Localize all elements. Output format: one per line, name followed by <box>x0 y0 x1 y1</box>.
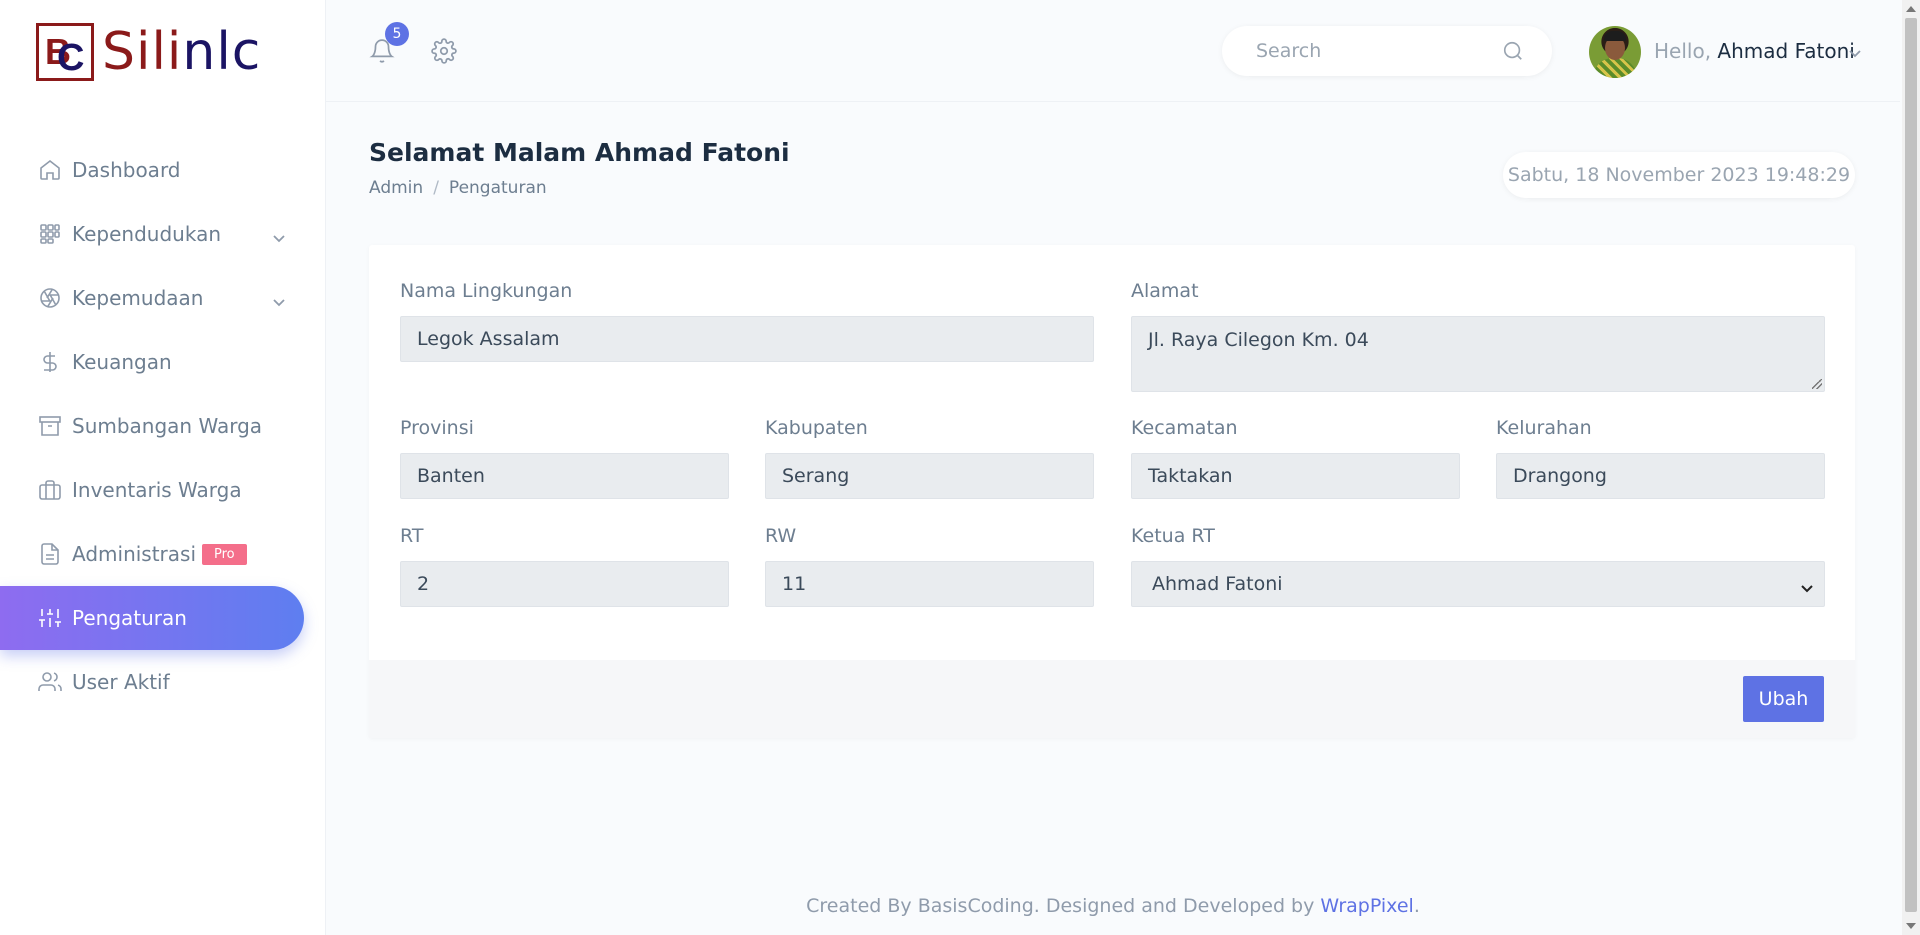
ketua-rt-select[interactable]: Ahmad Fatoni <box>1131 561 1825 607</box>
sidebar-item-keuangan[interactable]: Keuangan <box>0 330 326 394</box>
page-footer: Created By BasisCoding. Designed and Dev… <box>326 895 1900 917</box>
nama-lingkungan-label: Nama Lingkungan <box>400 280 573 302</box>
ubah-button[interactable]: Ubah <box>1743 676 1824 722</box>
archive-icon <box>38 414 62 438</box>
search-icon[interactable] <box>1502 40 1524 62</box>
chevron-down-icon <box>1800 578 1814 593</box>
sidebar-item-label: Kepemudaan <box>72 286 204 310</box>
user-name: Ahmad Fatoni <box>1717 39 1855 63</box>
sliders-icon <box>38 606 62 630</box>
logo-mark: BC <box>36 23 94 81</box>
rw-field[interactable]: 11 <box>765 561 1094 607</box>
alamat-value: Jl. Raya Cilegon Km. 04 <box>1148 329 1369 351</box>
gear-icon[interactable] <box>431 38 457 64</box>
sidebar-item-label: Sumbangan Warga <box>72 414 263 438</box>
kabupaten-field[interactable]: Serang <box>765 453 1094 499</box>
scroll-thumb[interactable] <box>1905 18 1917 912</box>
provinsi-field[interactable]: Banten <box>400 453 729 499</box>
sidebar-item-user-aktif[interactable]: User Aktif <box>0 650 326 714</box>
breadcrumb-admin[interactable]: Admin <box>369 178 423 198</box>
chevron-down-icon <box>272 290 286 307</box>
sidebar-item-label: Kependudukan <box>72 222 222 246</box>
scroll-up-arrow[interactable] <box>1906 6 1916 12</box>
sidebar-item-sumbangan-warga[interactable]: Sumbangan Warga <box>0 394 326 458</box>
greeting-text: Hello, <box>1654 39 1712 63</box>
aperture-icon <box>38 286 62 310</box>
sidebar-item-label: Keuangan <box>72 350 172 374</box>
sidebar-item-dashboard[interactable]: Dashboard <box>0 138 326 202</box>
file-icon <box>38 542 62 566</box>
home-icon <box>38 158 62 182</box>
footer-text: Created By BasisCoding. Designed and Dev… <box>806 895 1315 917</box>
pro-badge: Pro <box>202 543 247 565</box>
ketua-rt-label: Ketua RT <box>1131 525 1215 547</box>
search-input[interactable]: Search <box>1222 26 1552 76</box>
breadcrumb: Admin / Pengaturan <box>369 178 547 198</box>
users-icon <box>38 670 62 694</box>
dollar-icon <box>38 350 62 374</box>
footer-period: . <box>1413 895 1420 917</box>
alamat-label: Alamat <box>1131 280 1199 302</box>
sidebar-item-label: Pengaturan <box>72 606 187 630</box>
sidebar-item-kepemudaan[interactable]: Kepemudaan <box>0 266 326 330</box>
chevron-down-icon[interactable] <box>1848 45 1862 59</box>
logo-text: Silinlc <box>102 22 262 82</box>
kecamatan-label: Kecamatan <box>1131 417 1238 439</box>
resize-handle[interactable] <box>1812 379 1822 389</box>
user-greeting[interactable]: Hello, Ahmad Fatoni <box>1654 39 1855 63</box>
scroll-down-arrow[interactable] <box>1906 923 1916 929</box>
kelurahan-label: Kelurahan <box>1496 417 1592 439</box>
rw-label: RW <box>765 525 797 547</box>
settings-card: Nama Lingkungan Legok Assalam Alamat Jl.… <box>369 245 1855 738</box>
datetime-display: Sabtu, 18 November 2023 19:48:29 <box>1503 152 1855 198</box>
ketua-rt-value: Ahmad Fatoni <box>1152 573 1283 595</box>
sidebar-item-pengaturan[interactable]: Pengaturan <box>0 586 304 650</box>
sidebar-item-label: Dashboard <box>72 158 181 182</box>
sidebar-nav: Dashboard Kependudukan Kepemudaan Keuang… <box>0 138 326 714</box>
alamat-field[interactable]: Jl. Raya Cilegon Km. 04 <box>1131 316 1825 392</box>
sidebar-item-administrasi[interactable]: Administrasi Pro <box>0 522 326 586</box>
sidebar-item-label: User Aktif <box>72 670 170 694</box>
sidebar-item-label: Administrasi <box>72 542 197 566</box>
card-footer: Ubah <box>369 660 1855 738</box>
sidebar-item-inventaris-warga[interactable]: Inventaris Warga <box>0 458 326 522</box>
nama-lingkungan-field[interactable]: Legok Assalam <box>400 316 1094 362</box>
briefcase-icon <box>38 478 62 502</box>
chevron-down-icon <box>272 226 286 243</box>
grid-icon <box>38 222 62 246</box>
wrappixel-link[interactable]: WrapPixel <box>1320 895 1413 917</box>
kecamatan-field[interactable]: Taktakan <box>1131 453 1460 499</box>
avatar[interactable] <box>1589 26 1641 78</box>
page-title: Selamat Malam Ahmad Fatoni <box>369 138 790 167</box>
sidebar-item-kependudukan[interactable]: Kependudukan <box>0 202 326 266</box>
breadcrumb-pengaturan: Pengaturan <box>448 178 547 198</box>
rt-label: RT <box>400 525 424 547</box>
kabupaten-label: Kabupaten <box>765 417 868 439</box>
search-placeholder: Search <box>1256 40 1322 62</box>
notification-count-badge: 5 <box>385 22 409 46</box>
brand-logo[interactable]: BC Silinlc <box>36 22 261 82</box>
kelurahan-field[interactable]: Drangong <box>1496 453 1825 499</box>
provinsi-label: Provinsi <box>400 417 474 439</box>
sidebar: BC Silinlc Dashboard Kependudukan Kepemu… <box>0 0 326 935</box>
scrollbar[interactable] <box>1902 0 1920 935</box>
sidebar-item-label: Inventaris Warga <box>72 478 242 502</box>
rt-field[interactable]: 2 <box>400 561 729 607</box>
